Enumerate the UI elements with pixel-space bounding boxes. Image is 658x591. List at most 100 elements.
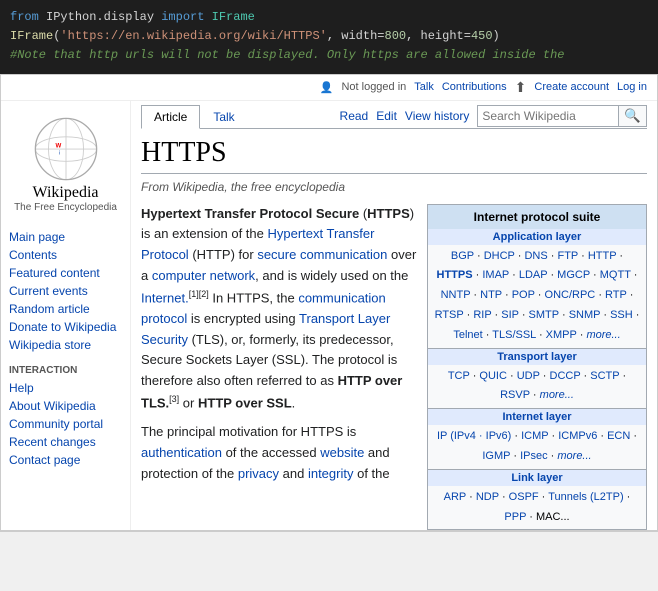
wikipedia-frame: 👤 Not logged in Talk Contributions ⬆ Cre… bbox=[0, 74, 658, 532]
oncrpc-link[interactable]: ONC/RPC bbox=[545, 289, 596, 301]
sip-link[interactable]: SIP bbox=[501, 309, 519, 321]
tlsssl-link[interactable]: TLS/SSL bbox=[492, 329, 536, 341]
arp-link[interactable]: ARP bbox=[444, 491, 466, 503]
internet-link[interactable]: Internet. bbox=[141, 290, 189, 305]
article-subtitle: From Wikipedia, the free encyclopedia bbox=[141, 180, 647, 194]
igmp-link[interactable]: IGMP bbox=[482, 450, 510, 462]
transport-more-link[interactable]: more... bbox=[540, 389, 574, 401]
not-logged-text: Not logged in bbox=[341, 81, 406, 93]
wiki-logo: W i Wikipedia The Free Encyclopedia bbox=[1, 109, 130, 218]
rtp-link[interactable]: RTP bbox=[605, 289, 627, 301]
https-acronym: HTTPS bbox=[367, 206, 410, 221]
contributions-link[interactable]: Contributions bbox=[442, 81, 507, 93]
privacy-link[interactable]: privacy bbox=[238, 466, 279, 481]
bottom-area bbox=[0, 531, 658, 591]
icmpv6-link[interactable]: ICMPv6 bbox=[558, 430, 597, 442]
xmpp-link[interactable]: XMPP bbox=[546, 329, 577, 341]
class-name: IFrame bbox=[212, 10, 255, 24]
infobox-internet-layer-header: Internet layer bbox=[428, 409, 646, 425]
mgcp-link[interactable]: MGCP bbox=[557, 269, 590, 281]
fn-call: IFrame bbox=[10, 29, 53, 43]
search-input[interactable] bbox=[478, 107, 618, 125]
rsvp-link[interactable]: RSVP bbox=[500, 389, 530, 401]
tab-edit[interactable]: Edit bbox=[376, 109, 397, 123]
wiki-logo-subtitle: The Free Encyclopedia bbox=[14, 202, 117, 213]
nav-item-featured[interactable]: Featured content bbox=[1, 264, 130, 282]
tab-talk[interactable]: Talk bbox=[200, 105, 247, 128]
app-more-link[interactable]: more... bbox=[586, 329, 620, 341]
integrity-link[interactable]: integrity bbox=[308, 466, 354, 481]
article-title: HTTPS bbox=[141, 137, 647, 174]
nav-item-main-page[interactable]: Main page bbox=[1, 228, 130, 246]
keyword-import: import bbox=[161, 10, 204, 24]
wiki-sidebar: W i Wikipedia The Free Encyclopedia Main… bbox=[1, 101, 131, 531]
ip-link[interactable]: IP (IPv4 · IPv6) bbox=[437, 430, 511, 442]
icmp-link[interactable]: ICMP bbox=[521, 430, 548, 442]
url-string: 'https://en.wikipedia.org/wiki/HTTPS' bbox=[60, 29, 326, 43]
smtp-link[interactable]: SMTP bbox=[529, 309, 559, 321]
talk-link[interactable]: Talk bbox=[414, 81, 434, 93]
quic-link[interactable]: QUIC bbox=[479, 370, 507, 382]
article-paragraph-2: The principal motivation for HTTPS is au… bbox=[141, 422, 417, 484]
infobox-transport-layer-header: Transport layer bbox=[428, 349, 646, 365]
nav-item-random[interactable]: Random article bbox=[1, 300, 130, 318]
secure-comm-link[interactable]: secure communication bbox=[257, 247, 387, 262]
tab-read[interactable]: Read bbox=[340, 109, 369, 123]
width-val: 800 bbox=[385, 29, 407, 43]
nav-item-recent[interactable]: Recent changes bbox=[1, 433, 130, 451]
internet-more-link[interactable]: more... bbox=[557, 450, 591, 462]
ntp-link[interactable]: NTP bbox=[480, 289, 502, 301]
ssh-link[interactable]: SSH bbox=[610, 309, 633, 321]
tab-view-history[interactable]: View history bbox=[405, 109, 469, 123]
tab-right-actions: Read Edit View history 🔍 bbox=[340, 105, 647, 127]
nav-item-current-events[interactable]: Current events bbox=[1, 282, 130, 300]
nav-item-about[interactable]: About Wikipedia bbox=[1, 397, 130, 415]
wiki-body: W i Wikipedia The Free Encyclopedia Main… bbox=[1, 101, 657, 531]
ftp-link[interactable]: FTP bbox=[557, 250, 578, 262]
http-link2[interactable]: HTTP bbox=[588, 250, 617, 262]
wiki-tabs: Article Talk Read Edit View history 🔍 bbox=[141, 101, 647, 129]
dhcp-link[interactable]: DHCP bbox=[484, 250, 515, 262]
ldap-link[interactable]: LDAP bbox=[519, 269, 548, 281]
nntp-link[interactable]: NNTP bbox=[441, 289, 471, 301]
mqtt-link[interactable]: MQTT bbox=[600, 269, 631, 281]
create-account-link[interactable]: Create account bbox=[534, 81, 609, 93]
bgp-link[interactable]: BGP bbox=[451, 250, 474, 262]
ospf-link[interactable]: OSPF bbox=[509, 491, 539, 503]
udp-link[interactable]: UDP bbox=[517, 370, 540, 382]
computer-network-link[interactable]: computer network bbox=[152, 268, 255, 283]
nav-item-contents[interactable]: Contents bbox=[1, 246, 130, 264]
ndp-link[interactable]: NDP bbox=[476, 491, 499, 503]
nav-item-help[interactable]: Help bbox=[1, 379, 130, 397]
height-key: height= bbox=[421, 29, 471, 43]
sctp-link[interactable]: SCTP bbox=[590, 370, 619, 382]
ref-3: [3] bbox=[169, 394, 179, 404]
auth-link[interactable]: authentication bbox=[141, 445, 222, 460]
wiki-article: Hypertext Transfer Protocol Secure (HTTP… bbox=[141, 204, 647, 531]
rip-link[interactable]: RIP bbox=[473, 309, 491, 321]
nav-item-store[interactable]: Wikipedia store bbox=[1, 336, 130, 354]
https-link2[interactable]: HTTPS bbox=[437, 269, 473, 281]
tunnels-link[interactable]: Tunnels (L2TP) bbox=[548, 491, 623, 503]
wiki-main: Article Talk Read Edit View history 🔍 HT… bbox=[131, 101, 657, 531]
comma: , bbox=[327, 29, 341, 43]
infobox: Internet protocol suite Application laye… bbox=[427, 204, 647, 531]
rtsp-link[interactable]: RTSP bbox=[435, 309, 464, 321]
pop-link[interactable]: POP bbox=[512, 289, 535, 301]
telnet-link[interactable]: Telnet bbox=[453, 329, 482, 341]
snmp-link[interactable]: SNMP bbox=[569, 309, 601, 321]
tcp-link[interactable]: TCP bbox=[448, 370, 470, 382]
imap-link[interactable]: IMAP bbox=[482, 269, 509, 281]
nav-item-contact[interactable]: Contact page bbox=[1, 451, 130, 469]
nav-item-community[interactable]: Community portal bbox=[1, 415, 130, 433]
nav-item-donate[interactable]: Donate to Wikipedia bbox=[1, 318, 130, 336]
tab-article[interactable]: Article bbox=[141, 105, 200, 129]
website-link[interactable]: website bbox=[320, 445, 364, 460]
ecn-link[interactable]: ECN bbox=[607, 430, 630, 442]
log-in-link[interactable]: Log in bbox=[617, 81, 647, 93]
dns-link[interactable]: DNS bbox=[524, 250, 547, 262]
ipsec-link[interactable]: IPsec bbox=[520, 450, 548, 462]
wiki-topbar: 👤 Not logged in Talk Contributions ⬆ Cre… bbox=[1, 75, 657, 101]
search-button[interactable]: 🔍 bbox=[618, 106, 646, 126]
dccp-link[interactable]: DCCP bbox=[550, 370, 581, 382]
